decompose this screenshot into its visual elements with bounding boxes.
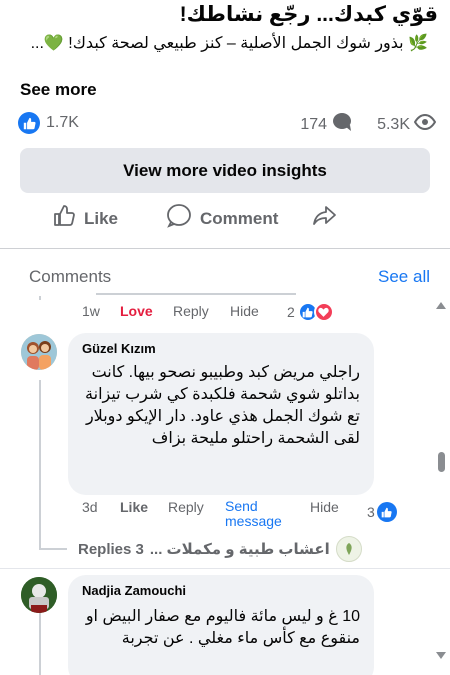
thread-line: [39, 296, 41, 300]
see-all-comments-link[interactable]: See all: [378, 267, 430, 287]
likes-count[interactable]: 1.7K: [18, 112, 79, 134]
comment-bubble-icon: [331, 112, 353, 137]
comment-icon: [166, 204, 192, 233]
comment-text: راجلي مريض كبد وطبيبو نصحو بيها. كانت بد…: [85, 364, 360, 447]
prev-comment-reactions[interactable]: 2: [287, 302, 334, 322]
hide-link[interactable]: Hide: [310, 499, 339, 515]
love-reaction-icon: [313, 302, 334, 322]
thread-line: [39, 610, 41, 675]
eye-icon: [413, 113, 437, 135]
like-button[interactable]: Like: [52, 204, 118, 233]
hide-link[interactable]: Hide: [230, 303, 259, 319]
comment-meta: 3d Like Reply: [82, 499, 226, 515]
thread-line: [39, 380, 41, 550]
like-link[interactable]: Like: [120, 499, 168, 515]
comment-author[interactable]: Nadjia Zamouchi: [82, 583, 360, 598]
post-description: 🌿 بذور شوك الجمل الأصلية – كنز طبيعي لصح…: [30, 35, 428, 52]
like-reaction-icon: [376, 502, 397, 522]
avatar[interactable]: [21, 577, 57, 613]
scrollbar-thumb[interactable]: [438, 452, 445, 472]
reaction-count: 3: [367, 504, 375, 520]
comment-bubble: Güzel Kızım راجلي مريض كبد وطبيبو نصحو ب…: [68, 333, 374, 495]
view-video-insights-button[interactable]: View more video insights: [20, 148, 430, 193]
replies-label: Replies 3: [78, 540, 144, 558]
post-actions-bar: Like Comment: [0, 204, 450, 238]
scroll-down-arrow-icon[interactable]: [436, 652, 446, 659]
section-divider: [0, 568, 450, 569]
love-reaction-link[interactable]: Love: [120, 303, 173, 319]
page-avatar: [335, 536, 362, 562]
like-button-label: Like: [84, 208, 119, 228]
share-arrow-icon: [312, 204, 338, 233]
thumbs-up-icon: [52, 204, 76, 233]
post-title: قوّي كبدك... رجّع نشاطك!: [179, 3, 438, 26]
reply-link[interactable]: Reply: [168, 499, 226, 515]
comments-heading: Comments: [29, 267, 112, 286]
reaction-count: 2: [287, 304, 295, 320]
reply-link[interactable]: Reply: [173, 303, 230, 319]
likes-count-label: 1.7K: [46, 114, 79, 131]
section-divider: [0, 248, 450, 249]
comment-text: 10 غ و ليس مائة فاليوم مع صفار البيض او …: [85, 608, 360, 647]
replies-page-name: اعشاب طبية و مكملات ...: [149, 541, 330, 558]
comment-time: 1w: [82, 303, 100, 319]
comment-button-label: Comment: [200, 208, 279, 228]
share-button[interactable]: [312, 204, 338, 233]
send-message-link[interactable]: Send message: [225, 499, 295, 529]
like-reaction-icon: [18, 112, 40, 134]
comment-bubble: Nadjia Zamouchi 10 غ و ليس مائة فاليوم م…: [68, 575, 374, 675]
post-stats: 1.7K 174 5.3K: [0, 110, 450, 138]
comments-count-label[interactable]: 174: [300, 116, 327, 134]
thread-line: [39, 548, 67, 550]
thread-line: [96, 293, 296, 295]
view-replies-row[interactable]: Replies 3 اعشاب طبية و مكملات ...: [78, 536, 362, 562]
comment-author[interactable]: Güzel Kızım: [82, 341, 360, 356]
views-count-label: 5.3K: [377, 115, 410, 133]
comment-button[interactable]: Comment: [166, 204, 278, 233]
scrollbar[interactable]: [434, 295, 450, 675]
see-more-link[interactable]: See more: [20, 80, 97, 100]
prev-comment-meta: 1w Love Reply Hide: [82, 303, 259, 319]
scroll-up-arrow-icon[interactable]: [436, 302, 446, 309]
comment-time: 3d: [82, 499, 98, 515]
comment-reactions[interactable]: 3: [367, 502, 397, 522]
avatar[interactable]: [21, 334, 57, 370]
